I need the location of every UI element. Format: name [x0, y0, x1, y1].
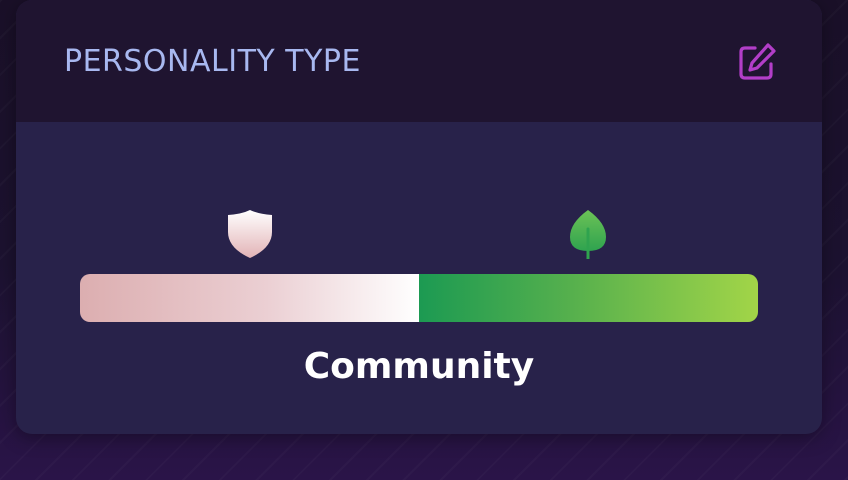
- edit-icon: [739, 43, 776, 80]
- personality-scale-bar: [80, 274, 758, 322]
- card-title: PERSONALITY TYPE: [64, 44, 361, 79]
- scale-left-segment: [80, 274, 419, 322]
- shield-icon: [224, 208, 276, 260]
- leaf-icon: [562, 207, 614, 261]
- scale-right-segment: [419, 274, 758, 322]
- edit-button[interactable]: [735, 40, 779, 84]
- personality-result-label: Community: [303, 346, 535, 387]
- personality-type-card: PERSONALITY TYPE Community: [16, 0, 822, 434]
- card-header: PERSONALITY TYPE: [16, 0, 822, 122]
